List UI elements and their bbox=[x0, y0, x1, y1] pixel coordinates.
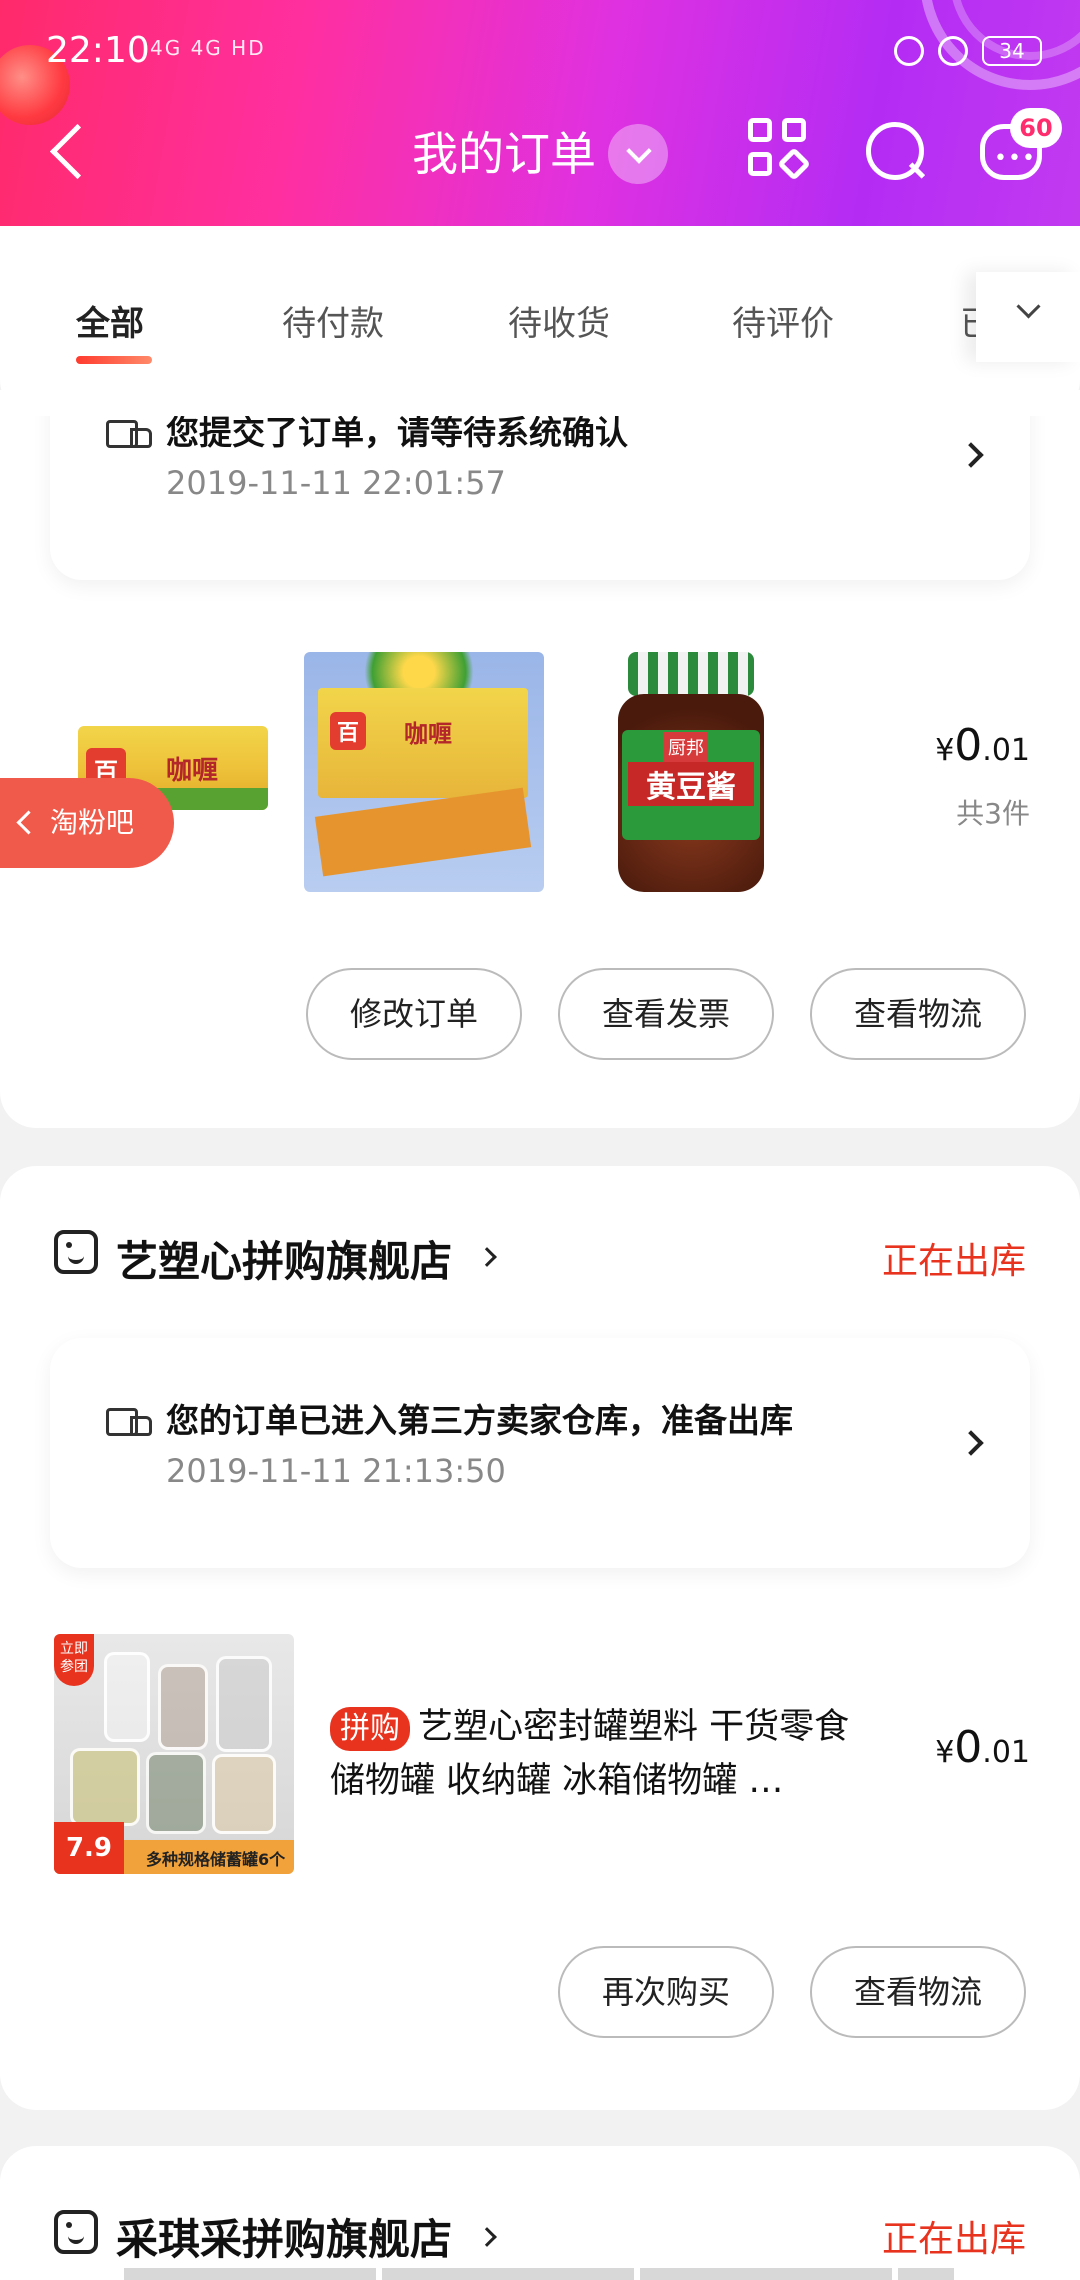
price-int: 0 bbox=[954, 1722, 983, 1773]
jar-shape bbox=[212, 1754, 276, 1834]
view-invoice-button[interactable]: 查看发票 bbox=[558, 968, 774, 1060]
promo-price: 7.9 bbox=[54, 1822, 124, 1874]
product-image-decor bbox=[344, 652, 494, 692]
price-dec: .01 bbox=[982, 1735, 1030, 1770]
order-card: 您提交了订单，请等待系统确认 2019-11-11 22:01:57 百 咖喱 … bbox=[0, 350, 1080, 1128]
jar-shape bbox=[146, 1752, 206, 1834]
chevron-right-icon[interactable] bbox=[477, 1247, 497, 1267]
tab-pending-payment[interactable]: 待付款 bbox=[282, 296, 384, 345]
chevron-right-icon[interactable] bbox=[477, 2227, 497, 2247]
logistics-text: 您的订单已进入第三方卖家仓库，准备出库 bbox=[166, 1401, 793, 1440]
jar-shape bbox=[158, 1664, 208, 1750]
back-button[interactable] bbox=[40, 122, 100, 182]
status-time: 22:10 bbox=[46, 30, 150, 71]
tab-active-indicator bbox=[76, 356, 152, 364]
status-bar: 22:10 4G 4G HD 34 bbox=[0, 30, 1080, 80]
tab-all[interactable]: 全部 bbox=[76, 296, 144, 345]
product-image-bar bbox=[314, 787, 532, 877]
search-icon[interactable] bbox=[862, 118, 926, 182]
chevron-right-icon[interactable] bbox=[958, 442, 984, 468]
product-image[interactable]: 立即参团 7.9 多种规格储蓄罐6个 bbox=[54, 1634, 294, 1874]
chevron-right-icon[interactable] bbox=[958, 1430, 984, 1456]
buy-again-button[interactable]: 再次购买 bbox=[558, 1946, 774, 2038]
logistics-time: 2019-11-11 22:01:57 bbox=[166, 464, 506, 502]
order-card: 艺塑心拼购旗舰店 正在出库 您的订单已进入第三方卖家仓库，准备出库 2019-1… bbox=[0, 1166, 1080, 2110]
message-dots: ••• bbox=[994, 146, 1036, 171]
alarm-icon bbox=[938, 36, 968, 66]
order-price: ¥0.01 bbox=[935, 1722, 1030, 1773]
jar-shape bbox=[70, 1748, 140, 1826]
pin-gou-tag: 拼购 bbox=[330, 1707, 410, 1751]
order-tabs: 全部 待付款 待收货 待评价 已 bbox=[0, 226, 1080, 416]
tab-pending-review[interactable]: 待评价 bbox=[732, 296, 834, 345]
view-logistics-button[interactable]: 查看物流 bbox=[810, 968, 1026, 1060]
shop-name[interactable]: 采琪采拼购旗舰店 bbox=[116, 2206, 452, 2267]
product-image-logo: 百 bbox=[330, 712, 367, 750]
status-right: 34 bbox=[894, 36, 1042, 66]
order-card: 采琪采拼购旗舰店 正在出库 bbox=[0, 2146, 1080, 2280]
price-dec: .01 bbox=[982, 733, 1030, 768]
product-image[interactable]: 百 咖喱 bbox=[304, 652, 544, 892]
shop-name[interactable]: 艺塑心拼购旗舰店 bbox=[116, 1228, 452, 1289]
modify-order-button[interactable]: 修改订单 bbox=[306, 968, 522, 1060]
chevron-down-icon[interactable] bbox=[976, 272, 1080, 362]
tab-pending-receipt[interactable]: 待收货 bbox=[508, 296, 610, 345]
jar-shape bbox=[104, 1652, 150, 1742]
category-grid-icon[interactable] bbox=[748, 118, 812, 182]
jar-text: 黄豆酱 bbox=[628, 762, 754, 806]
order-price: ¥0.01 bbox=[935, 720, 1030, 771]
price-symbol: ¥ bbox=[935, 733, 955, 768]
nav-bar: 我的订单 ••• bbox=[0, 110, 1080, 200]
title-dropdown-icon[interactable] bbox=[608, 124, 668, 184]
message-badge: 60 bbox=[1010, 108, 1062, 148]
jar-lid bbox=[628, 652, 754, 696]
shop-icon bbox=[54, 2210, 98, 2254]
promo-strip: 7.9 多种规格储蓄罐6个 bbox=[54, 1822, 294, 1874]
logistics-time: 2019-11-11 21:13:50 bbox=[166, 1452, 506, 1490]
logistics-panel[interactable]: 您的订单已进入第三方卖家仓库，准备出库 2019-11-11 21:13:50 bbox=[50, 1338, 1030, 1568]
order-status: 正在出库 bbox=[881, 2219, 1026, 2260]
truck-icon bbox=[106, 1404, 152, 1440]
join-group-badge: 立即参团 bbox=[54, 1634, 94, 1686]
price-int: 0 bbox=[954, 720, 983, 771]
price-symbol: ¥ bbox=[935, 1735, 955, 1770]
app-header: 22:10 4G 4G HD 34 我的订单 ••• 60 bbox=[0, 0, 1080, 226]
page-title[interactable]: 我的订单 bbox=[412, 118, 596, 184]
view-logistics-button[interactable]: 查看物流 bbox=[810, 1946, 1026, 2038]
jar-shape bbox=[216, 1656, 272, 1752]
taofen-float-tab[interactable]: 淘粉吧 bbox=[0, 778, 174, 868]
product-image-row-partial bbox=[124, 2268, 954, 2280]
shop-icon bbox=[54, 1230, 98, 1274]
product-image-text: 咖喱 bbox=[404, 720, 452, 748]
item-count: 共3件 bbox=[956, 797, 1030, 830]
product-title[interactable]: 拼购 艺塑心密封罐塑料 干货零食储物罐 收纳罐 冰箱储物罐 … bbox=[330, 1700, 870, 1808]
product-image-text: 咖喱 bbox=[166, 756, 219, 786]
promo-text: 多种规格储蓄罐6个 bbox=[146, 1850, 286, 1869]
lock-icon bbox=[894, 36, 924, 66]
jar-brand: 厨邦 bbox=[664, 732, 708, 762]
truck-icon bbox=[106, 416, 152, 452]
product-image[interactable]: 厨邦 黄豆酱 bbox=[614, 652, 770, 894]
battery-icon: 34 bbox=[982, 36, 1042, 66]
network-indicator: 4G 4G HD bbox=[150, 36, 266, 60]
order-status: 正在出库 bbox=[881, 1241, 1026, 1282]
